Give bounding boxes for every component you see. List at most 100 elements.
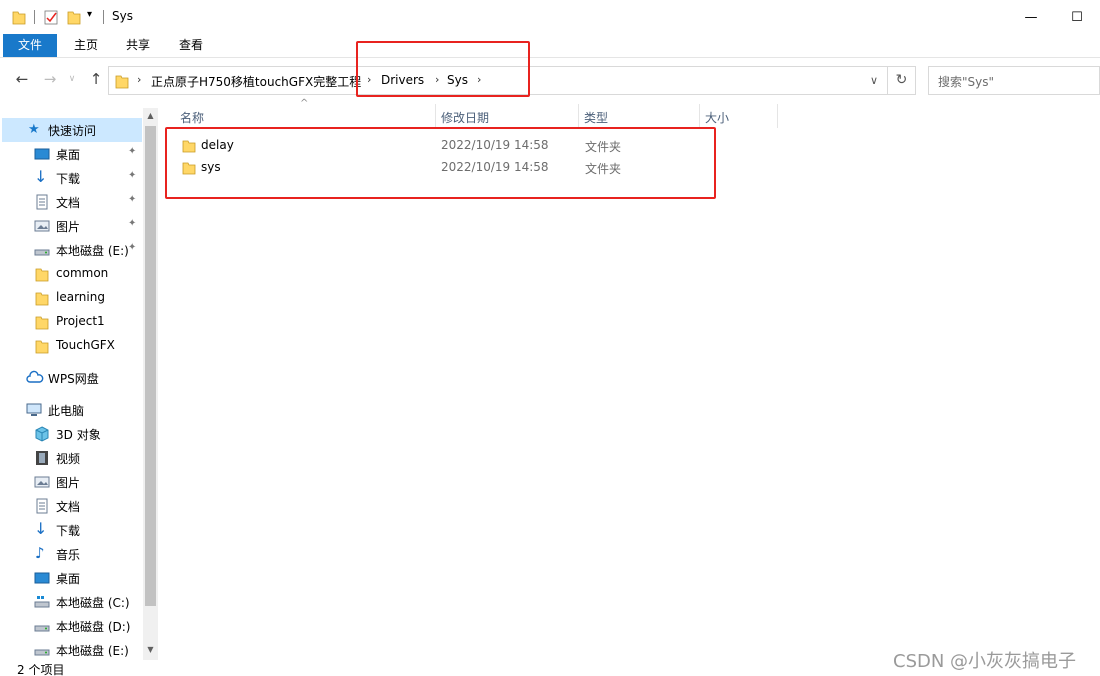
tab-view[interactable]: 查看 (171, 34, 211, 57)
back-button[interactable]: ← (12, 70, 32, 88)
drive-icon (34, 242, 50, 258)
sidebar-item-documents[interactable]: 文档 ✦ (2, 190, 142, 214)
watermark: CSDN @小灰灰搞电子 (893, 651, 1077, 672)
sidebar-item-pictures[interactable]: 图片 ✦ (2, 214, 142, 238)
star-icon: ★ (28, 122, 40, 137)
pin-icon[interactable]: ✦ (128, 218, 136, 229)
sidebar-item-drive-c[interactable]: 本地磁盘 (C:) (2, 590, 142, 614)
sidebar-item-project1[interactable]: Project1 (2, 310, 142, 334)
sidebar-item-3d-objects[interactable]: 3D 对象 (2, 422, 142, 446)
desktop-icon (34, 146, 50, 162)
tab-home[interactable]: 主页 (66, 34, 106, 57)
sidebar-item-pc-documents[interactable]: 文档 (2, 494, 142, 518)
breadcrumb-project[interactable]: 正点原子H750移植touchGFX完整工程 (151, 73, 361, 90)
document-icon (34, 498, 50, 514)
properties-icon[interactable] (44, 9, 58, 25)
sidebar-item-label: 文档 (56, 196, 81, 210)
folder-icon (34, 290, 50, 306)
sidebar-item-label: 音乐 (56, 548, 81, 562)
column-divider[interactable] (777, 104, 778, 128)
cube-icon (34, 426, 50, 442)
pin-icon[interactable]: ✦ (128, 242, 136, 253)
folder-icon (34, 266, 50, 282)
column-type[interactable]: 类型 (584, 109, 608, 126)
column-divider[interactable] (699, 104, 700, 128)
scroll-thumb[interactable] (145, 126, 156, 606)
sidebar-item-downloads[interactable]: ↓ 下载 ✦ (2, 166, 142, 190)
maximize-button[interactable]: ☐ (1054, 0, 1100, 34)
sidebar-item-touchgfx[interactable]: TouchGFX (2, 334, 142, 358)
sidebar-item-wps[interactable]: WPS网盘 (2, 366, 142, 390)
sidebar-item-pc-desktop[interactable]: 桌面 (2, 566, 142, 590)
music-note-icon: ♪ (35, 544, 45, 562)
column-name[interactable]: 名称 (180, 109, 204, 126)
forward-button[interactable]: → (40, 70, 60, 88)
pin-icon[interactable]: ✦ (128, 170, 136, 181)
pin-icon[interactable]: ✦ (128, 194, 136, 205)
window-title: Sys (112, 9, 133, 23)
column-divider[interactable] (435, 104, 436, 128)
scroll-down-button[interactable]: ▼ (143, 642, 158, 658)
sidebar-item-label: 图片 (56, 220, 81, 234)
tab-share[interactable]: 共享 (118, 34, 158, 57)
picture-icon (34, 218, 50, 234)
sidebar-item-desktop[interactable]: 桌面 ✦ (2, 142, 142, 166)
sidebar-item-drive-d[interactable]: 本地磁盘 (D:) (2, 614, 142, 638)
column-size[interactable]: 大小 (705, 109, 729, 126)
navigation-pane: ★ 快速访问 桌面 ✦ ↓ 下载 ✦ 文档 ✦ 图片 ✦ 本地磁盘 (E:) ✦… (0, 108, 158, 660)
desktop-icon (34, 570, 50, 586)
sidebar-item-common[interactable]: common (2, 262, 142, 286)
folder-icon (115, 73, 129, 89)
ribbon-tabs: 文件 主页 共享 查看 (0, 34, 1100, 58)
highlight-box-address (356, 41, 530, 97)
sidebar-item-label: 3D 对象 (56, 428, 101, 442)
chevron-right-icon[interactable]: › (137, 73, 141, 86)
column-headers: ^ 名称 修改日期 类型 大小 (160, 98, 780, 128)
sidebar-item-label: TouchGFX (56, 338, 115, 352)
column-divider[interactable] (578, 104, 579, 128)
sidebar-item-this-pc[interactable]: 此电脑 (2, 398, 142, 422)
folder-icon (34, 338, 50, 354)
pin-icon[interactable]: ✦ (128, 146, 136, 157)
drive-icon (34, 642, 50, 658)
sidebar-item-music[interactable]: ♪ 音乐 (2, 542, 142, 566)
sidebar-item-pc-pictures[interactable]: 图片 (2, 470, 142, 494)
sidebar-item-videos[interactable]: 视频 (2, 446, 142, 470)
sidebar-item-label: WPS网盘 (48, 372, 99, 386)
highlight-box-files (165, 127, 716, 199)
download-arrow-icon: ↓ (34, 519, 48, 538)
sidebar-item-label: 桌面 (56, 572, 81, 586)
picture-icon (34, 474, 50, 490)
sidebar-item-drive-e2[interactable]: 本地磁盘 (E:) (2, 638, 142, 660)
search-box[interactable]: 搜索"Sys" (928, 66, 1100, 95)
sidebar-item-pc-downloads[interactable]: ↓ 下载 (2, 518, 142, 542)
sidebar-scrollbar[interactable]: ▲ ▼ (143, 108, 158, 660)
new-folder-icon[interactable] (67, 9, 81, 25)
title-bar: ▾ Sys — ☐ (0, 0, 1100, 34)
cloud-icon (26, 370, 44, 386)
sidebar-item-label: 本地磁盘 (C:) (56, 596, 130, 610)
search-input[interactable]: 搜索"Sys" (938, 73, 994, 90)
document-icon (34, 194, 50, 210)
sidebar-item-learning[interactable]: learning (2, 286, 142, 310)
divider (103, 10, 104, 24)
tab-file[interactable]: 文件 (3, 34, 57, 57)
scroll-up-button[interactable]: ▲ (143, 108, 158, 124)
address-dropdown-button[interactable]: ∨ (861, 67, 887, 94)
recent-locations-button[interactable]: ∨ (62, 74, 82, 84)
sidebar-item-label: 下载 (56, 524, 81, 538)
sidebar-item-drive-e[interactable]: 本地磁盘 (E:) ✦ (2, 238, 142, 262)
folder-icon (34, 314, 50, 330)
customize-toolbar-icon[interactable]: ▾ (87, 9, 92, 20)
up-button[interactable]: ↑ (86, 70, 106, 88)
sidebar-item-label: 本地磁盘 (D:) (56, 620, 131, 634)
sidebar-item-label: 文档 (56, 500, 81, 514)
column-date-modified[interactable]: 修改日期 (441, 109, 489, 126)
minimize-button[interactable]: — (1008, 0, 1054, 34)
sidebar-item-label: 此电脑 (48, 404, 85, 418)
sidebar-item-quick-access[interactable]: ★ 快速访问 (2, 118, 142, 142)
refresh-button[interactable]: ↻ (887, 67, 915, 94)
sidebar-item-label: 桌面 (56, 148, 81, 162)
divider (34, 10, 35, 24)
windows-drive-icon (34, 594, 50, 610)
